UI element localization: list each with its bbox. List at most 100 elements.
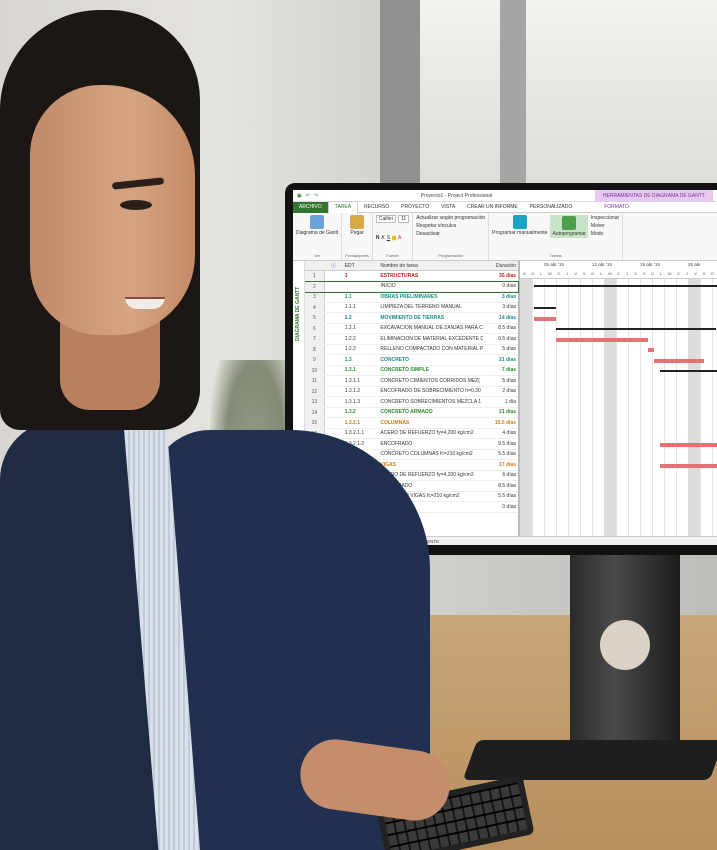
respect-links-button[interactable]: Respetar vínculos — [416, 223, 485, 229]
task-name-cell[interactable]: ESTRUCTURAS — [378, 273, 483, 279]
task-name-cell[interactable]: MOVIMIENTO DE TIERRAS — [378, 315, 483, 321]
tab-archivo[interactable]: ARCHIVO — [293, 201, 328, 213]
task-bar[interactable] — [648, 348, 654, 352]
task-name-cell[interactable]: ENCOFRADO — [378, 441, 483, 447]
mode-button[interactable]: Modo — [591, 231, 619, 237]
duration-cell[interactable]: 1 día — [483, 399, 518, 405]
task-bar[interactable] — [556, 338, 648, 342]
header-info-icon[interactable]: ⓘ — [325, 262, 343, 269]
row-number[interactable]: 13 — [305, 397, 325, 407]
row-number[interactable]: 12 — [305, 386, 325, 396]
tab-formato[interactable]: FORMATO — [598, 202, 635, 213]
auto-schedule-button[interactable]: Autoprogramar — [550, 215, 588, 238]
table-row[interactable]: 2 INICIO 0 días — [304, 280, 519, 293]
duration-cell[interactable]: 3 días — [483, 304, 518, 310]
table-row[interactable]: 5 1.2 MOVIMIENTO DE TIERRAS 14 días — [305, 313, 518, 324]
edt-cell[interactable]: 1 — [343, 273, 379, 279]
table-row[interactable]: 7 1.2.2 ELIMINACION DE MATERIAL EXCEDENTE … — [305, 334, 518, 345]
duration-cell[interactable]: 21 días — [483, 357, 518, 363]
task-name-cell[interactable]: EXCAVACION MANUAL DE ZANJAS PARA CI — [378, 325, 483, 331]
edt-cell[interactable]: 1.3.2 — [343, 409, 379, 415]
row-number[interactable]: 7 — [305, 334, 325, 344]
row-number[interactable]: 14 — [305, 407, 325, 417]
row-number[interactable]: 4 — [305, 302, 325, 312]
bold-icon[interactable]: N — [376, 235, 380, 241]
duration-cell[interactable]: 2 días — [483, 388, 518, 394]
duration-cell[interactable]: 4 días — [483, 430, 518, 436]
duration-cell[interactable]: 5.5 días — [483, 451, 518, 457]
task-name-cell[interactable]: ELIMINACION DE MATERIAL EXCEDENTE DM — [378, 336, 483, 342]
task-name-cell[interactable]: CONCRETO CIMIENTOS CORRIDOS MEZ( — [378, 378, 483, 384]
underline-icon[interactable]: S — [387, 235, 390, 241]
duration-cell[interactable]: 14 días — [483, 315, 518, 321]
row-number[interactable]: 5 — [305, 313, 325, 323]
row-number[interactable]: 10 — [305, 365, 325, 375]
task-name-cell[interactable]: CONCRETO SIMPLE — [378, 367, 483, 373]
task-name-cell[interactable]: LIMPIEZA DEL TERRENO MANUAL — [378, 304, 483, 310]
quick-access-toolbar[interactable]: ▣ ↶ ↷ — [297, 193, 318, 199]
task-name-cell[interactable]: RELLENO COMPACTADO CON MATERIAL PR — [378, 346, 483, 352]
duration-cell[interactable]: 7 días — [483, 367, 518, 373]
edt-cell[interactable]: 1.2.3 — [343, 346, 379, 352]
row-number[interactable]: 1 — [305, 271, 325, 281]
update-schedule-button[interactable]: Actualizar según programación — [416, 215, 485, 221]
task-name-cell[interactable]: ENCOFRADO DE SOBRECIMIENTO h=0.30 — [378, 388, 483, 394]
table-row[interactable]: 1 1 ESTRUCTURAS 35 días — [305, 271, 518, 282]
table-row[interactable]: 8 1.2.3 RELLENO COMPACTADO CON MATERIAL PR… — [305, 344, 518, 355]
task-name-cell[interactable]: VIGAS — [378, 462, 483, 468]
move-button[interactable]: Mover — [591, 223, 619, 229]
edt-cell[interactable]: 1.3.2.1.1 — [343, 430, 379, 436]
manual-schedule-button[interactable]: Programar manualmente — [492, 215, 547, 238]
table-row[interactable]: 13 1.3.1.3 CONCRETO SOBRECIMIENTOS MEZCLA … — [305, 397, 518, 408]
task-name-cell[interactable]: ACERO DE REFUERZO fy=4,200 kg/cm2 — [378, 430, 483, 436]
header-task-name[interactable]: Nombre de tarea — [378, 263, 483, 269]
highlight-icon[interactable]: ▆ — [392, 235, 396, 241]
summary-bar[interactable] — [534, 307, 556, 309]
undo-icon[interactable]: ↶ — [306, 193, 310, 199]
task-name-cell[interactable]: CONCRETO — [378, 357, 483, 363]
task-name-cell[interactable]: CONCRETO ARMADO — [378, 409, 483, 415]
edt-cell[interactable]: 1.3.1.1 — [343, 378, 379, 384]
duration-cell[interactable]: 0 días — [483, 504, 518, 510]
edt-cell[interactable]: 1.2 — [343, 315, 379, 321]
task-bar[interactable] — [660, 464, 717, 468]
edt-cell[interactable]: 1.3.1 — [343, 367, 379, 373]
duration-cell[interactable]: 9.5 días — [483, 441, 518, 447]
task-bar[interactable] — [654, 359, 704, 363]
task-name-cell[interactable]: INICIO — [378, 283, 483, 289]
edt-cell[interactable]: 1.3.1.3 — [343, 399, 379, 405]
task-name-cell[interactable]: CONCRETO SOBRECIMIENTOS MEZCLA 1 — [378, 399, 483, 405]
table-row[interactable]: 9 1.3 CONCRETO 21 días — [305, 355, 518, 366]
tab-tarea[interactable]: TAREA — [327, 201, 359, 213]
task-bar[interactable] — [660, 443, 717, 447]
row-number[interactable]: 15 — [305, 418, 325, 428]
table-row[interactable]: 11 1.3.1.1 CONCRETO CIMIENTOS CORRIDOS MEZ… — [305, 376, 518, 387]
task-bar[interactable] — [534, 317, 556, 321]
table-row[interactable]: 4 1.1.1 LIMPIEZA DEL TERRENO MANUAL 3 días — [305, 302, 518, 313]
duration-cell[interactable]: 0.5 días — [483, 336, 518, 342]
edt-cell[interactable]: 1.3.2.1 — [343, 420, 379, 426]
duration-cell[interactable]: 15.5 días — [483, 420, 518, 426]
tab-vista[interactable]: VISTA — [435, 202, 461, 213]
row-number[interactable]: 2 — [305, 281, 325, 291]
duration-cell[interactable]: 5 días — [483, 346, 518, 352]
deactivate-button[interactable]: Desactivar — [416, 231, 485, 237]
tab-recurso[interactable]: RECURSO — [358, 202, 395, 213]
edt-cell[interactable]: 1.3.1.2 — [343, 388, 379, 394]
row-number[interactable]: 6 — [305, 323, 325, 333]
table-row[interactable]: 3 1.1 OBRAS PRELIMINARES 3 días — [305, 292, 518, 303]
edt-cell[interactable]: 1.2.2 — [343, 336, 379, 342]
table-row[interactable]: 15 1.3.2.1 COLUMNAS 15.5 días — [305, 418, 518, 429]
duration-cell[interactable]: 8.5 días — [483, 325, 518, 331]
task-name-cell[interactable]: OBRAS PRELIMINARES — [378, 294, 483, 300]
font-color-icon[interactable]: A — [398, 235, 401, 241]
table-row[interactable]: 6 1.2.1 EXCAVACION MANUAL DE ZANJAS PARA C… — [305, 323, 518, 334]
row-number[interactable]: 11 — [305, 376, 325, 386]
duration-cell[interactable]: 5.5 días — [483, 493, 518, 499]
summary-bar[interactable] — [660, 370, 717, 372]
row-number[interactable]: 8 — [305, 344, 325, 354]
task-name-cell[interactable]: COLUMNAS — [378, 420, 483, 426]
table-row[interactable]: 14 1.3.2 CONCRETO ARMADO 21 días — [305, 407, 518, 418]
save-icon[interactable]: ▣ — [297, 193, 302, 199]
summary-bar[interactable] — [534, 285, 717, 287]
